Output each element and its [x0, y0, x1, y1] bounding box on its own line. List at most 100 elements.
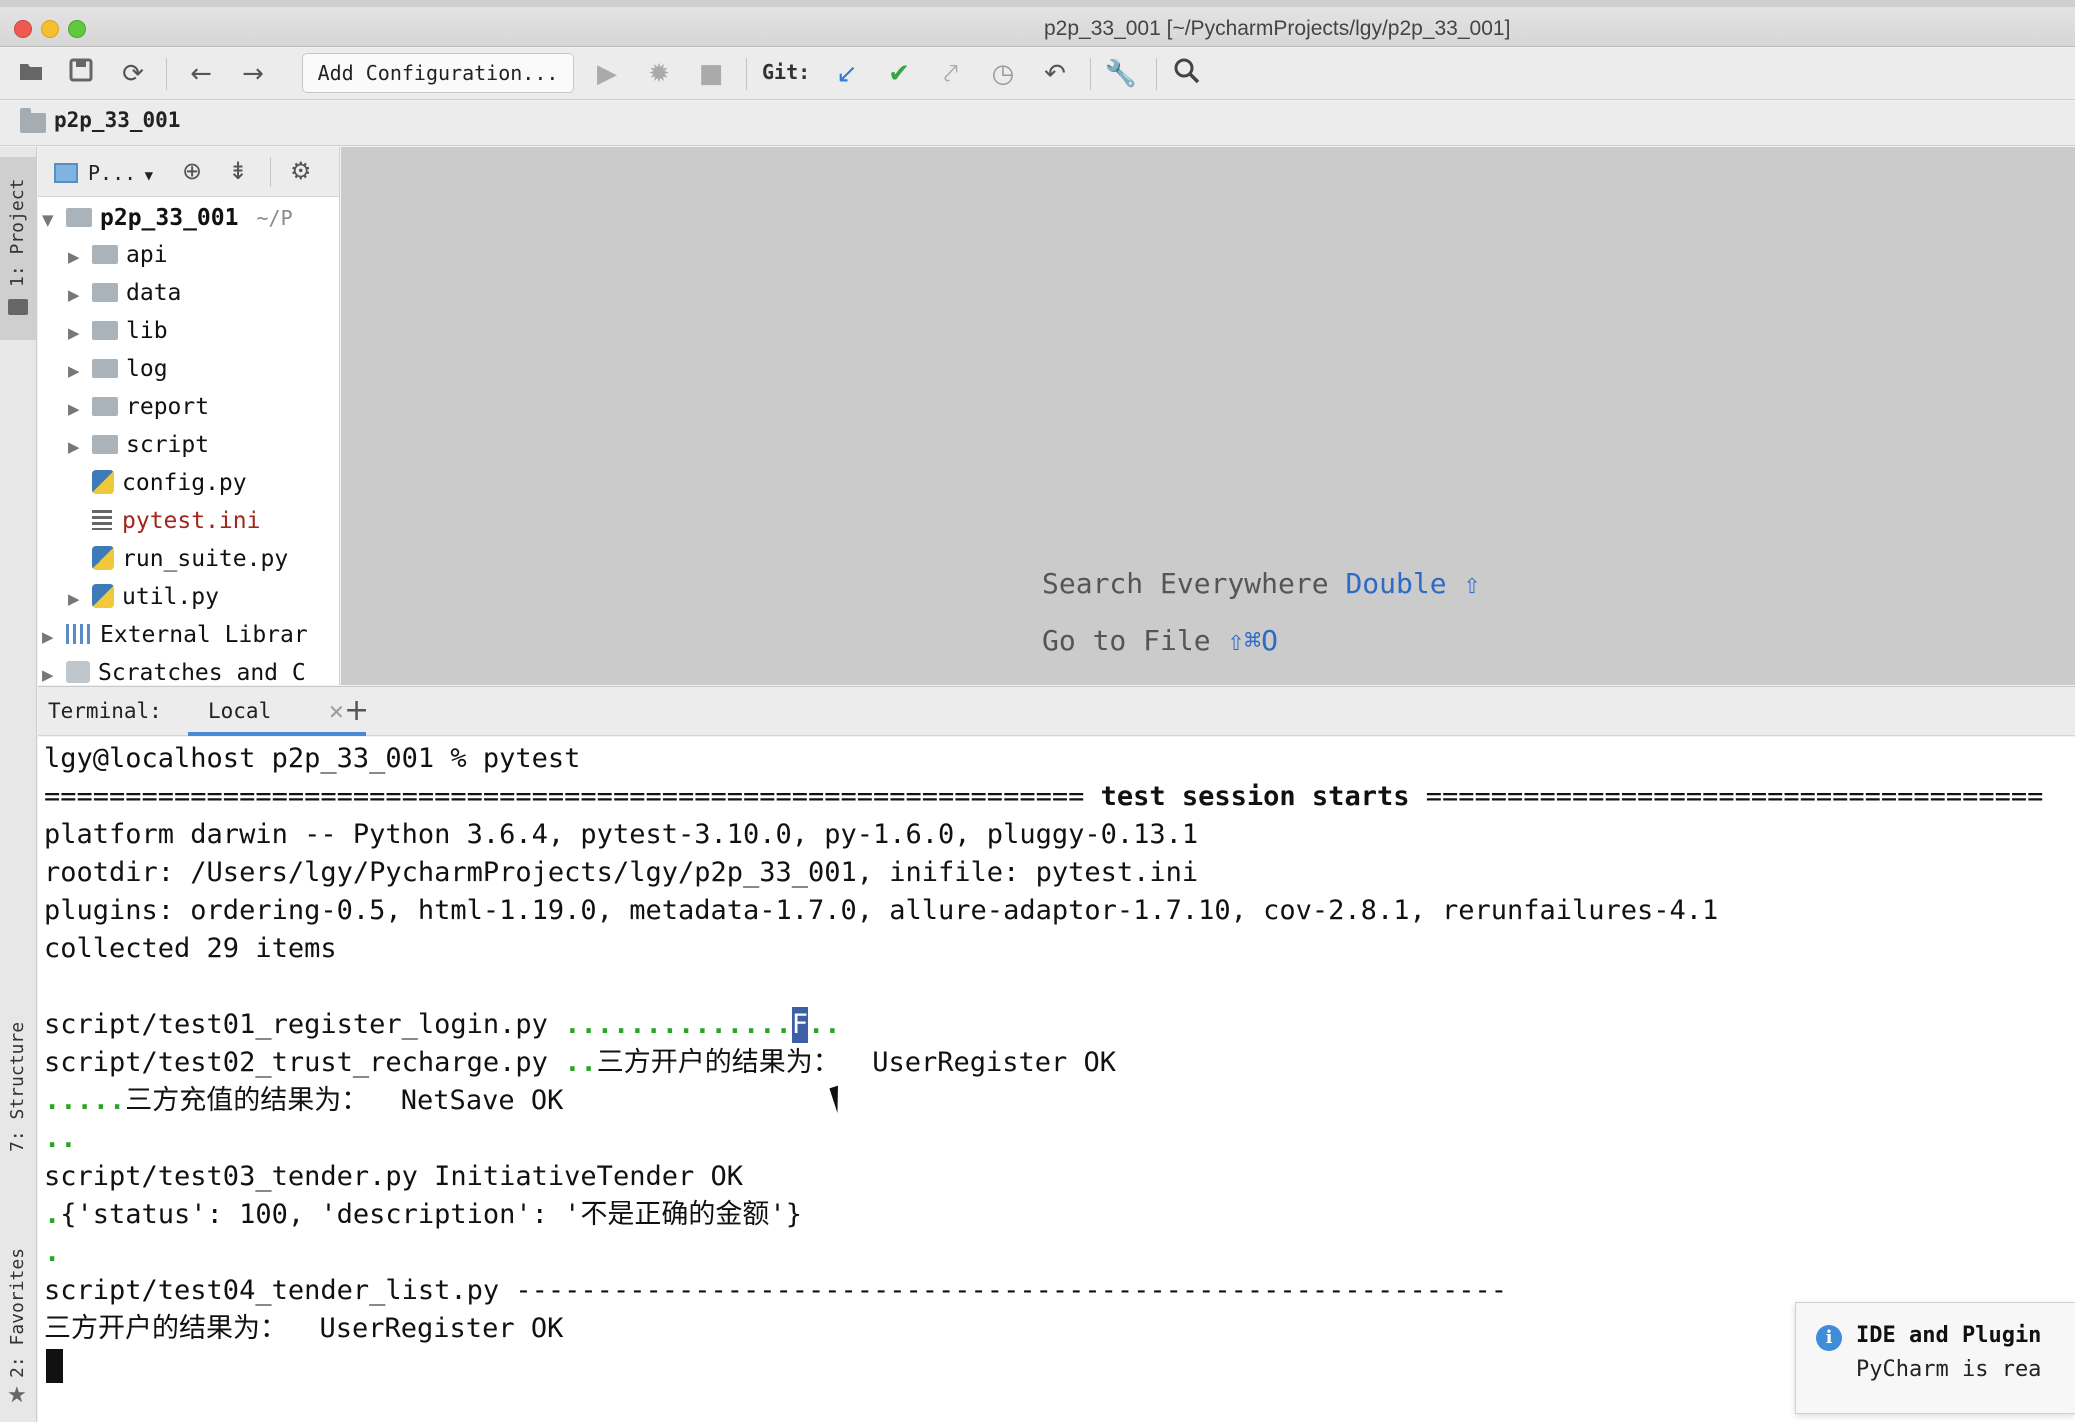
- toolbar-separator: [746, 58, 747, 90]
- chevron-right-icon[interactable]: ▶: [68, 239, 92, 275]
- header-separator: [270, 157, 271, 187]
- tree-item[interactable]: ▶ data: [68, 275, 181, 311]
- collapse-all-icon[interactable]: ⇟: [228, 157, 248, 185]
- open-folder-icon[interactable]: [14, 57, 48, 91]
- chevron-right-icon[interactable]: ▶: [68, 581, 92, 617]
- tree-item[interactable]: ▶ script: [68, 427, 209, 463]
- pass-dots: ..: [44, 1123, 77, 1154]
- test-file: script/test02_trust_recharge.py: [44, 1047, 548, 1078]
- folder-icon: [66, 208, 92, 227]
- close-window-button[interactable]: [14, 20, 32, 38]
- library-icon: [66, 624, 92, 644]
- favorites-tool-tab[interactable]: 2: Favorites: [7, 1248, 28, 1378]
- add-configuration-button[interactable]: Add Configuration...: [302, 53, 574, 93]
- debug-icon[interactable]: ✹: [642, 57, 676, 91]
- chevron-right-icon[interactable]: ▶: [68, 277, 92, 313]
- project-panel: P... ▼ ⊕ ⇟ ⚙ ▼ p2p_33_001 ~/P ▶ api ▶ data ▶…: [38, 147, 340, 685]
- breadcrumb-project[interactable]: p2p_33_001: [54, 108, 180, 132]
- terminal-line: ========================================…: [44, 779, 2043, 815]
- history-icon[interactable]: ◷: [986, 57, 1020, 91]
- go-to-file-hint: Go to File ⇧⌘O: [1042, 624, 1278, 657]
- fail-mark: F: [791, 1007, 809, 1043]
- pass-dots: ..: [808, 1009, 841, 1040]
- structure-tool-tab[interactable]: 7: Structure: [7, 1022, 28, 1152]
- sync-icon[interactable]: ⟳: [116, 57, 150, 91]
- chevron-right-icon[interactable]: ▶: [68, 315, 92, 351]
- close-icon[interactable]: ✕: [328, 700, 345, 724]
- tree-item[interactable]: ▶ log: [68, 351, 168, 387]
- terminal-line: script/test01_register_login.py ........…: [44, 1007, 841, 1043]
- hint-label: Search Everywhere: [1042, 567, 1329, 600]
- terminal-line: script/test03_tender.py InitiativeTender…: [44, 1161, 743, 1192]
- tree-root-label: p2p_33_001: [100, 205, 239, 231]
- tree-item-label: script: [126, 432, 210, 458]
- tab-label: Local: [208, 699, 272, 723]
- run-icon[interactable]: ▶: [590, 57, 624, 91]
- session-rule: ======================================: [1425, 781, 2044, 812]
- git-update-icon[interactable]: ↙: [830, 57, 864, 91]
- tree-scratches[interactable]: ▶ Scratches and C: [42, 655, 306, 685]
- notification-body: PyCharm is rea: [1856, 1357, 2042, 1382]
- tree-item-label: data: [126, 280, 182, 306]
- tree-item[interactable]: run_suite.py: [92, 541, 288, 577]
- output-message: 三方开户的结果为： UserRegister OK: [596, 1047, 1117, 1078]
- terminal-line: lgy@localhost p2p_33_001 % pytest: [44, 743, 581, 774]
- chevron-right-icon[interactable]: ▶: [42, 657, 66, 685]
- tree-root-path: ~/P: [256, 206, 293, 230]
- project-view-dropdown[interactable]: P... ▼: [88, 161, 153, 185]
- project-panel-header: P... ▼ ⊕ ⇟ ⚙: [38, 147, 339, 197]
- minimize-window-button[interactable]: [41, 20, 59, 38]
- chevron-right-icon[interactable]: ▶: [42, 619, 66, 655]
- terminal-line: script/test02_trust_recharge.py ..三方开户的结…: [44, 1045, 1116, 1081]
- folder-icon: [92, 397, 118, 416]
- locate-icon[interactable]: ⊕: [182, 157, 202, 185]
- terminal-line: plugins: ordering-0.5, html-1.19.0, meta…: [44, 895, 1719, 926]
- star-icon: ★: [7, 1383, 27, 1408]
- tree-item[interactable]: ▶ util.py: [68, 579, 219, 615]
- chevron-right-icon[interactable]: ▶: [68, 391, 92, 427]
- search-icon[interactable]: [1170, 57, 1204, 91]
- terminal-line: script/test04_tender_list.py -----------…: [44, 1275, 1507, 1306]
- terminal-output[interactable]: lgy@localhost p2p_33_001 % pytest ======…: [38, 737, 2075, 1422]
- pass-dots: .....: [44, 1085, 126, 1116]
- zoom-window-button[interactable]: [68, 20, 86, 38]
- editor-area[interactable]: Search Everywhere Double ⇧ Go to File ⇧⌘…: [341, 147, 2075, 685]
- tree-item[interactable]: pytest.ini: [92, 503, 260, 539]
- tree-item[interactable]: ▶ report: [68, 389, 209, 425]
- chevron-right-icon[interactable]: ▶: [68, 429, 92, 465]
- git-commit-icon[interactable]: ✔: [882, 57, 916, 91]
- tree-item-label: api: [126, 242, 168, 268]
- notification-popup[interactable]: i IDE and Plugin PyCharm is rea: [1795, 1302, 2075, 1414]
- folder-icon: [92, 283, 118, 302]
- test-file: script/test01_register_login.py: [44, 1009, 548, 1040]
- pass-dots: .: [44, 1199, 61, 1230]
- stop-icon[interactable]: ■: [694, 57, 728, 91]
- chevron-down-icon[interactable]: ▼: [42, 202, 66, 238]
- chevron-right-icon[interactable]: ▶: [68, 353, 92, 389]
- project-tool-tab[interactable]: 1: Project: [0, 157, 36, 340]
- tree-external-libraries[interactable]: ▶ External Librar: [42, 617, 308, 653]
- new-terminal-button[interactable]: +: [344, 693, 369, 728]
- pass-dots: ..............: [564, 1009, 792, 1040]
- wrench-icon[interactable]: 🔧: [1104, 57, 1138, 91]
- tree-item-label: pytest.ini: [122, 508, 261, 534]
- python-file-icon: [92, 470, 114, 494]
- tree-item[interactable]: ▶ lib: [68, 313, 168, 349]
- terminal-line: platform darwin -- Python 3.6.4, pytest-…: [44, 819, 1199, 850]
- git-push-icon[interactable]: ⤤: [934, 57, 968, 91]
- revert-icon[interactable]: ↶: [1038, 57, 1072, 91]
- tree-item[interactable]: config.py: [92, 465, 247, 501]
- terminal-label: Terminal:: [48, 699, 162, 723]
- tab-local[interactable]: Local ✕: [188, 687, 366, 736]
- folder-icon: [92, 435, 118, 454]
- gear-icon[interactable]: ⚙: [290, 157, 312, 185]
- save-icon[interactable]: [64, 57, 98, 91]
- forward-arrow-icon[interactable]: →: [236, 57, 270, 91]
- back-arrow-icon[interactable]: ←: [184, 57, 218, 91]
- terminal-line: 三方开户的结果为： UserRegister OK: [44, 1313, 564, 1344]
- toolbar-separator: [1156, 58, 1157, 90]
- folder-icon: [92, 359, 118, 378]
- tree-root[interactable]: ▼ p2p_33_001 ~/P: [42, 200, 293, 236]
- hint-label: Go to File: [1042, 624, 1211, 657]
- tree-item[interactable]: ▶ api: [68, 237, 168, 273]
